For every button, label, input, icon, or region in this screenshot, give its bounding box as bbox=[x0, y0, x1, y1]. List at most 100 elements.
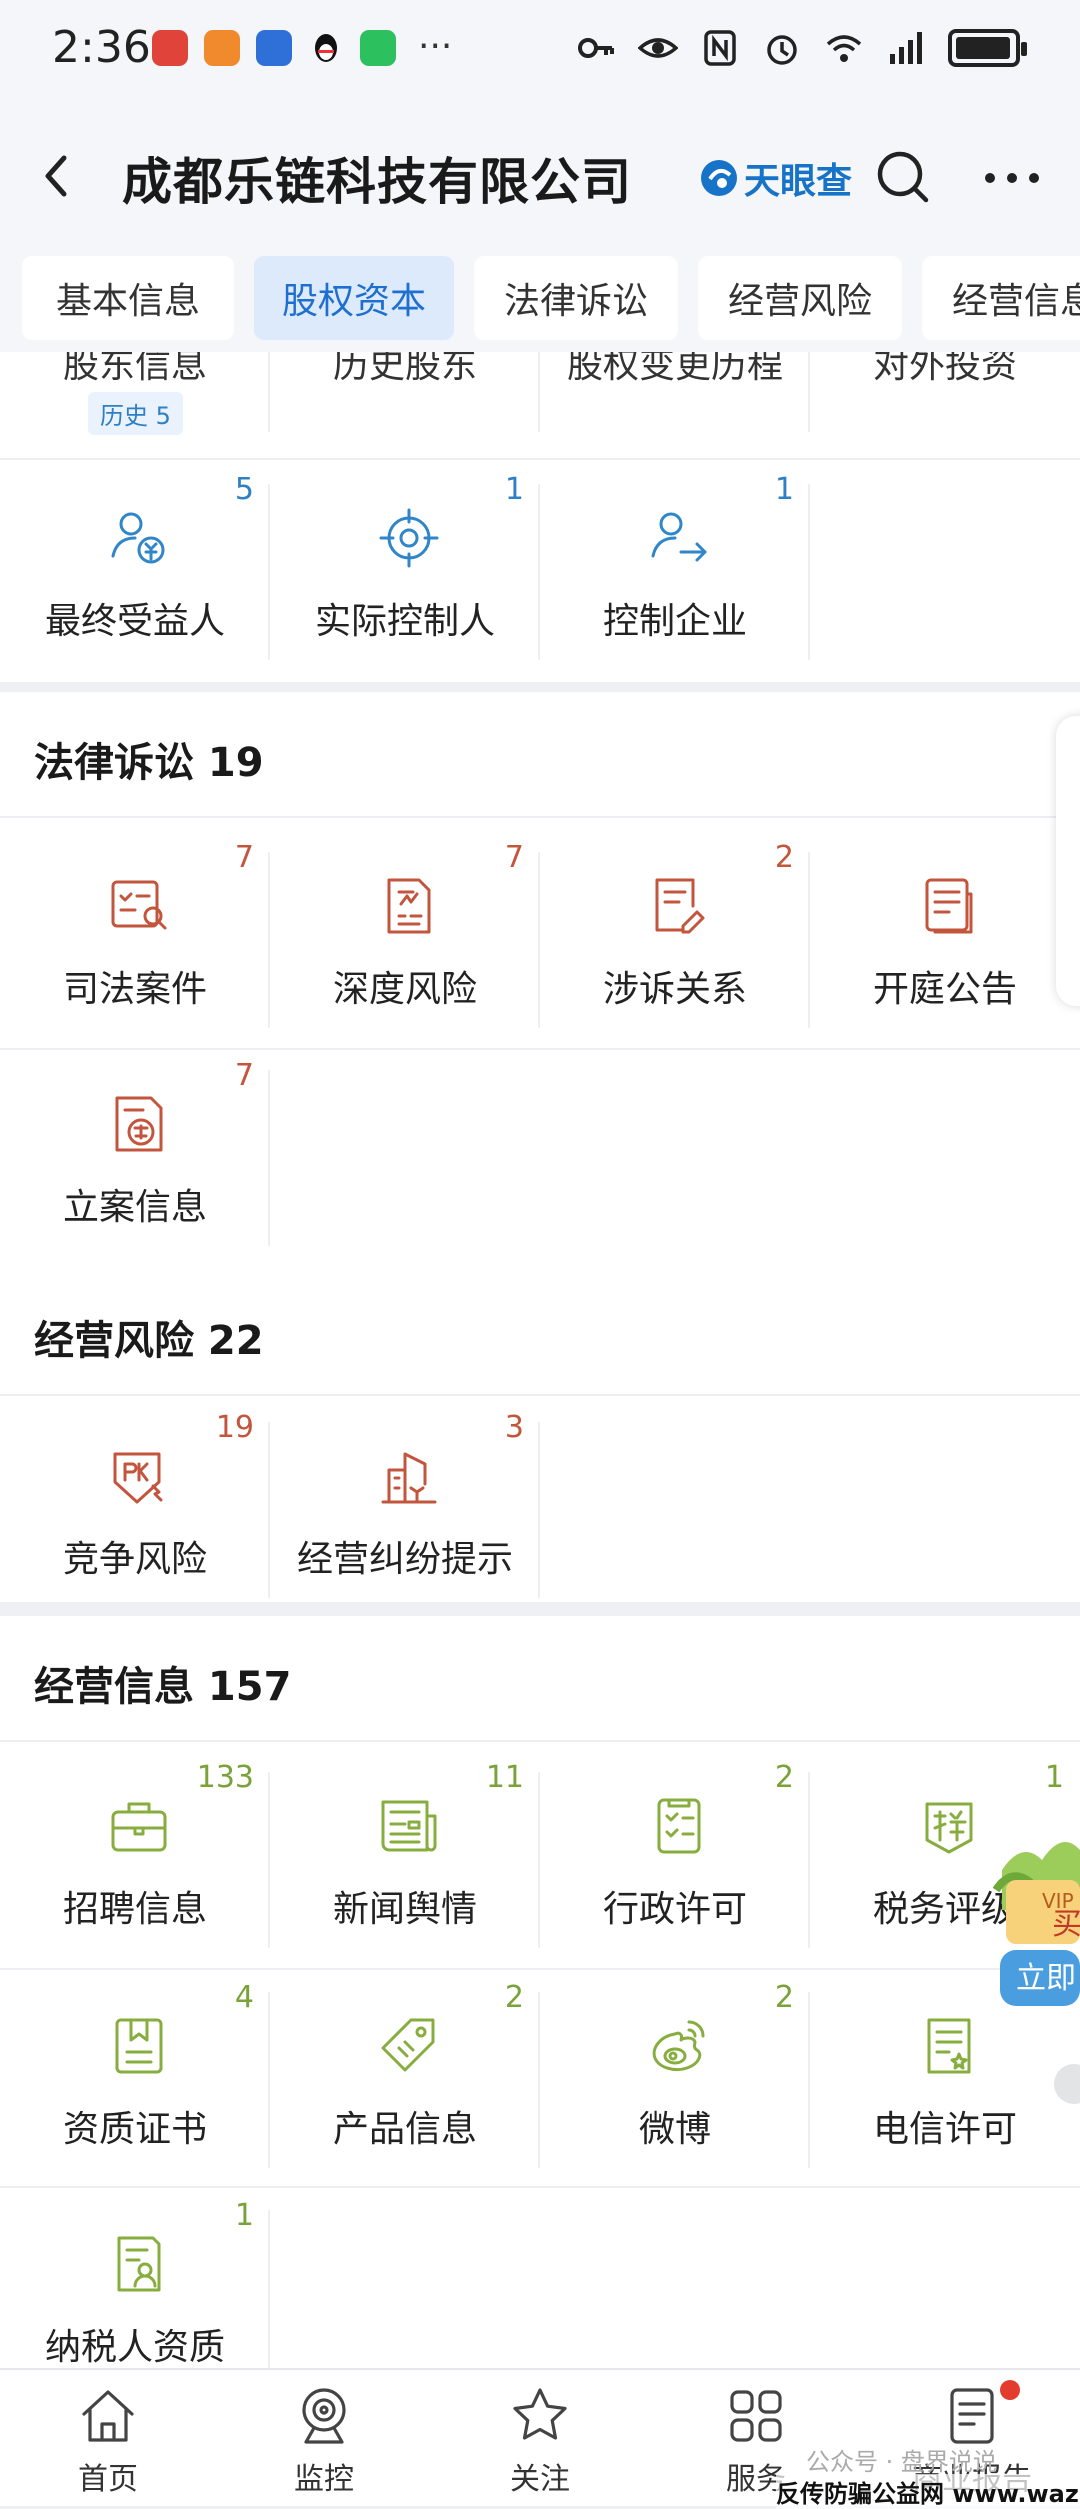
grid-services-icon bbox=[730, 2390, 782, 2442]
item-label: 竞争风险 bbox=[62, 1539, 207, 1580]
equity-change-item[interactable]: 股权变更历程 bbox=[540, 352, 810, 458]
tag-icon bbox=[381, 2018, 435, 2072]
grid-item[interactable]: 11 新闻舆情 bbox=[270, 1750, 540, 1968]
cut-label: 历史股东 bbox=[332, 352, 477, 386]
item-count: 4 bbox=[234, 1980, 254, 2015]
grid-item[interactable]: 2 涉诉关系 bbox=[540, 830, 810, 1048]
control-company-icon bbox=[651, 512, 707, 562]
item-count: 2 bbox=[504, 1980, 524, 2015]
court-notice-icon bbox=[925, 878, 973, 934]
vip-now-text: 立即 bbox=[1016, 1961, 1076, 1996]
tab-legal-litigation[interactable]: 法律诉讼 bbox=[474, 256, 678, 340]
item-count: 7 bbox=[234, 840, 254, 875]
item-label: 最终受益人 bbox=[44, 601, 225, 642]
item-label: 电信许可 bbox=[872, 2109, 1017, 2150]
nav-home[interactable]: 首页 bbox=[0, 2370, 216, 2506]
nav-monitor[interactable]: 监控 bbox=[216, 2370, 432, 2506]
shareholder-info-item[interactable]: 股东信息 历史 5 bbox=[0, 352, 270, 458]
tianyancha-logo-icon bbox=[701, 160, 737, 196]
tax-icon bbox=[925, 1802, 973, 1854]
grid-item[interactable]: 133 招聘信息 bbox=[0, 1750, 270, 1968]
item-label: 涉诉关系 bbox=[602, 969, 747, 1010]
item-count: 19 bbox=[215, 1410, 254, 1445]
grid-item[interactable]: 1 纳税人资质 bbox=[0, 2188, 270, 2368]
item-label: 产品信息 bbox=[332, 2109, 477, 2150]
outbound-investment-item[interactable]: 对外投资 bbox=[810, 352, 1080, 458]
key-icon bbox=[578, 38, 614, 58]
blue-app-icon bbox=[256, 30, 292, 66]
item-label: 实际控制人 bbox=[314, 601, 495, 642]
certificate-icon bbox=[115, 2018, 163, 2074]
weibo-icon bbox=[652, 2020, 705, 2072]
item-count: 2 bbox=[774, 840, 794, 875]
tianyancha-logo: 天眼查 bbox=[698, 152, 852, 204]
item-count: 1 bbox=[504, 472, 524, 507]
grid-item[interactable]: 4 资质证书 bbox=[0, 1970, 270, 2188]
grid-item[interactable]: 2 微博 bbox=[540, 1970, 810, 2188]
cut-label: 股东信息 bbox=[62, 352, 207, 386]
grid-item[interactable]: 5 最终受益人 bbox=[0, 462, 270, 680]
status-time: 2:36 bbox=[52, 22, 151, 73]
grid-item[interactable]: 7 立案信息 bbox=[0, 1048, 270, 1266]
home-icon bbox=[82, 2390, 134, 2442]
history-shareholder-item[interactable]: 历史股东 bbox=[270, 352, 540, 458]
grid-item[interactable]: 3 经营纠纷提示 bbox=[270, 1400, 540, 1618]
beneficiary-icon bbox=[111, 512, 165, 564]
judicial-case-icon bbox=[111, 880, 167, 930]
camera-monitor-icon bbox=[302, 2388, 346, 2444]
item-label: 资质证书 bbox=[62, 2109, 207, 2150]
scroll-content: 股东信息 历史 5 历史股东 股权变更历程 对外投资 5 最终受益人 1 实际控… bbox=[0, 352, 1080, 2368]
notification-icons: ··· bbox=[152, 29, 452, 66]
item-count: 133 bbox=[196, 1760, 254, 1795]
grid-item[interactable]: 19 竞争风险 bbox=[0, 1400, 270, 1618]
grid-item[interactable]: 7 深度风险 bbox=[270, 830, 540, 1048]
back-arrow-icon[interactable] bbox=[30, 148, 86, 204]
vip-promo-widget[interactable]: VIP 买 立即 bbox=[992, 1830, 1080, 2020]
item-count: 2 bbox=[774, 1980, 794, 2015]
nav-label: 首页 bbox=[78, 2462, 138, 2497]
section-title: 经营信息 157 bbox=[34, 1664, 292, 1710]
grid-item[interactable]: 1 控制企业 bbox=[540, 462, 810, 680]
section-tabs: 基本信息 股权资本 法律诉讼 经营风险 经营信息 bbox=[0, 240, 1080, 352]
status-bar: 2:36 ··· bbox=[0, 0, 1080, 110]
vip-buy-text: 买 bbox=[1052, 1907, 1080, 1942]
item-count: 7 bbox=[234, 1058, 254, 1093]
grid-item[interactable]: 7 司法案件 bbox=[0, 830, 270, 1048]
shopping-app-icon bbox=[152, 30, 188, 66]
briefcase-icon bbox=[111, 1802, 167, 1852]
grid-item[interactable]: 3 开庭公告 bbox=[810, 830, 1080, 1048]
grid-item[interactable]: 2 行政许可 bbox=[540, 1750, 810, 1968]
case-filing-icon bbox=[115, 1096, 163, 1152]
item-label: 司法案件 bbox=[62, 969, 207, 1010]
search-icon[interactable] bbox=[874, 148, 932, 206]
eye-icon bbox=[638, 38, 678, 58]
business-info-panel: 经营信息 157 133 招聘信息 11 新闻舆情 2 行政许可 1 税务评级 bbox=[0, 1616, 1080, 2368]
item-count: 1 bbox=[1044, 1760, 1064, 1795]
tab-business-risk[interactable]: 经营风险 bbox=[698, 256, 902, 340]
item-label: 开庭公告 bbox=[872, 969, 1017, 1010]
tab-basic-info[interactable]: 基本信息 bbox=[22, 256, 234, 340]
nav-label: 关注 bbox=[510, 2462, 570, 2497]
target-icon bbox=[379, 508, 439, 568]
star-icon bbox=[513, 2388, 567, 2440]
nfc-icon bbox=[704, 30, 736, 66]
watermark-account: 公众号 · 盘界说说 bbox=[806, 2448, 997, 2476]
more-options-icon[interactable] bbox=[982, 170, 1042, 186]
tab-business-info[interactable]: 经营信息 bbox=[922, 256, 1080, 340]
nav-follow[interactable]: 关注 bbox=[432, 2370, 648, 2506]
item-count: 11 bbox=[485, 1760, 524, 1795]
grid-item[interactable]: 2 产品信息 bbox=[270, 1970, 540, 2188]
meituan-app-icon bbox=[204, 30, 240, 66]
item-count: 3 bbox=[504, 1410, 524, 1445]
report-icon bbox=[950, 2388, 994, 2444]
pk-icon bbox=[113, 1452, 163, 1504]
item-count: 1 bbox=[774, 472, 794, 507]
wifi-icon bbox=[826, 35, 862, 62]
tab-equity-capital[interactable]: 股权资本 bbox=[254, 256, 454, 340]
grid-item[interactable]: 1 实际控制人 bbox=[270, 462, 540, 680]
equity-panel: 股东信息 历史 5 历史股东 股权变更历程 对外投资 5 最终受益人 1 实际控… bbox=[0, 352, 1080, 682]
notification-dot bbox=[1000, 2380, 1020, 2400]
item-label: 经营纠纷提示 bbox=[296, 1539, 513, 1580]
item-label: 立案信息 bbox=[62, 1187, 207, 1228]
side-drawer-handle[interactable] bbox=[1056, 716, 1080, 1006]
